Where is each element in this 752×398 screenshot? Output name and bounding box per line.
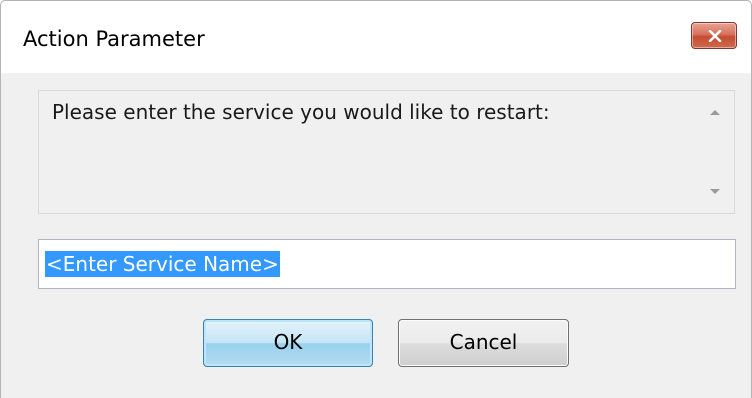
close-icon (708, 30, 722, 42)
service-name-value: <Enter Service Name> (45, 251, 280, 277)
message-text-area[interactable]: Please enter the service you would like … (38, 90, 735, 214)
message-text: Please enter the service you would like … (52, 100, 550, 124)
window-title: Action Parameter (23, 27, 205, 51)
close-button[interactable] (691, 22, 737, 49)
action-parameter-dialog: Action Parameter Please enter the servic… (0, 0, 752, 398)
ok-button[interactable]: OK (203, 319, 373, 367)
service-name-input[interactable]: <Enter Service Name> (38, 239, 736, 289)
scroll-down-arrow-icon[interactable] (710, 189, 720, 194)
cancel-button[interactable]: Cancel (398, 319, 569, 367)
title-bar[interactable]: Action Parameter (1, 1, 751, 73)
scroll-up-arrow-icon[interactable] (710, 110, 720, 115)
